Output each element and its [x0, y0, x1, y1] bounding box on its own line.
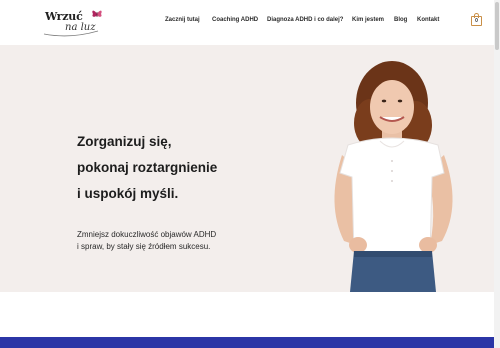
hero-subtext-line-2: i spraw, by stały się źródłem sukcesu. [77, 242, 211, 251]
hero-subtext-line-1: Zmniejsz dokuczliwość objawów ADHD [77, 230, 217, 239]
site-logo[interactable]: Wrzuć na luz [40, 6, 104, 38]
page-scrollbar[interactable] [494, 0, 500, 348]
hero-headline: Zorganizuj się, pokonaj roztargnienie i … [77, 129, 217, 207]
nav-item-blog[interactable]: Blog [394, 17, 407, 23]
cart-count: 0 [475, 18, 478, 24]
nav-item-kim-jestem[interactable]: Kim jestem [352, 17, 384, 23]
hero-subtext: Zmniejsz dokuczliwość objawów ADHD i spr… [77, 229, 216, 253]
logo-swoosh [43, 30, 99, 37]
blue-section-band [0, 337, 494, 348]
hero-section: Zorganizuj się, pokonaj roztargnienie i … [0, 45, 494, 292]
nav-item-diagnoza-adhd[interactable]: Diagnoza ADHD i co dalej? [267, 17, 343, 23]
nav-item-zacznij-tutaj[interactable]: Zacznij tutaj [165, 17, 200, 23]
nav-item-kontakt[interactable]: Kontakt [417, 17, 439, 23]
scrollbar-thumb[interactable] [495, 2, 499, 50]
hero-headline-line-3: i uspokój myśli. [77, 186, 179, 201]
nav-item-coaching-adhd[interactable]: Coaching ADHD [212, 17, 258, 23]
cart-button[interactable]: 0 [471, 13, 482, 26]
butterfly-icon [92, 10, 102, 17]
hero-headline-line-1: Zorganizuj się, [77, 134, 172, 149]
hero-portrait-image [334, 61, 453, 292]
site-header: Wrzuć na luz Zacznij tutaj Coaching ADHD… [0, 0, 500, 45]
hero-headline-line-2: pokonaj roztargnienie [77, 160, 218, 175]
